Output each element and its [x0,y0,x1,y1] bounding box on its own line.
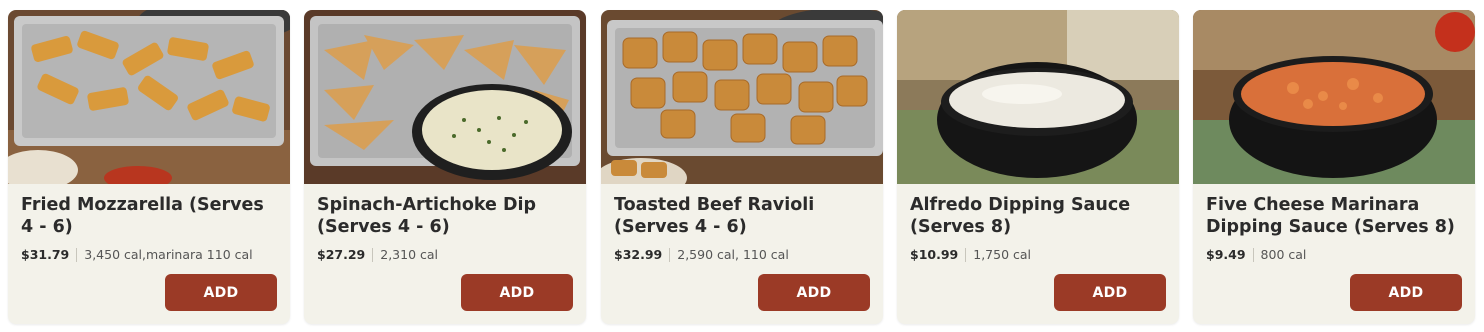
item-meta: $31.79 3,450 cal,marinara 110 cal [21,247,253,262]
divider [1252,247,1254,262]
alfredo-sauce-photo[interactable] [897,10,1179,184]
fried-mozzarella-photo[interactable] [8,10,290,184]
menu-card-spinach-artichoke-dip[interactable]: Spinach-Artichoke Dip (Serves 4 - 6) $27… [304,10,586,324]
item-calories: 2,310 cal [380,247,439,262]
toasted-beef-ravioli-photo[interactable] [601,10,883,184]
add-button[interactable]: ADD [1054,274,1166,311]
divider [76,247,78,262]
item-price: $10.99 [910,247,959,262]
spinach-artichoke-dip-photo[interactable] [304,10,586,184]
add-button[interactable]: ADD [1350,274,1462,311]
item-price: $9.49 [1206,247,1246,262]
item-price: $31.79 [21,247,70,262]
five-cheese-marinara-photo[interactable] [1193,10,1475,184]
divider [372,247,374,262]
add-button[interactable]: ADD [165,274,277,311]
add-button[interactable]: ADD [461,274,573,311]
item-title: Five Cheese Marinara Dipping Sauce (Serv… [1206,195,1455,237]
item-title: Toasted Beef Ravioli (Serves 4 - 6) [614,195,815,237]
item-price: $32.99 [614,247,663,262]
menu-item-row: Fried Mozzarella (Serves 4 - 6) $31.79 3… [0,0,1484,332]
item-calories: 1,750 cal [973,247,1032,262]
item-title: Alfredo Dipping Sauce (Serves 8) [910,195,1131,237]
item-meta: $9.49 800 cal [1206,247,1306,262]
item-title: Spinach-Artichoke Dip (Serves 4 - 6) [317,195,537,237]
item-meta: $27.29 2,310 cal [317,247,438,262]
item-price: $27.29 [317,247,366,262]
item-title: Fried Mozzarella (Serves 4 - 6) [21,195,264,237]
item-meta: $10.99 1,750 cal [910,247,1031,262]
item-meta: $32.99 2,590 cal, 110 cal [614,247,789,262]
divider [669,247,671,262]
menu-card-alfredo-dipping-sauce[interactable]: Alfredo Dipping Sauce (Serves 8) $10.99 … [897,10,1179,324]
item-calories: 3,450 cal,marinara 110 cal [84,247,253,262]
menu-card-fried-mozzarella[interactable]: Fried Mozzarella (Serves 4 - 6) $31.79 3… [8,10,290,324]
item-calories: 800 cal [1260,247,1307,262]
menu-card-toasted-beef-ravioli[interactable]: Toasted Beef Ravioli (Serves 4 - 6) $32.… [601,10,883,324]
menu-card-five-cheese-marinara[interactable]: Five Cheese Marinara Dipping Sauce (Serv… [1193,10,1475,324]
add-button[interactable]: ADD [758,274,870,311]
item-calories: 2,590 cal, 110 cal [677,247,789,262]
divider [965,247,967,262]
